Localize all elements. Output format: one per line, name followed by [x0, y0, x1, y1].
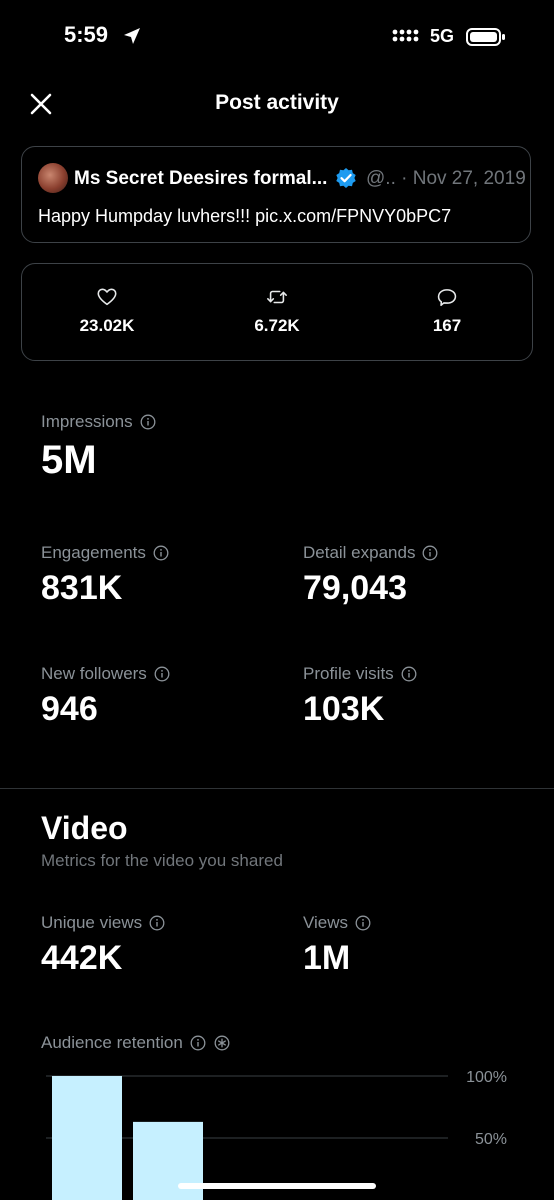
y-tick-label: 50% — [475, 1131, 507, 1148]
reply-icon — [437, 289, 457, 307]
likes-stat: 23.02K — [37, 286, 177, 336]
info-icon[interactable] — [154, 666, 170, 682]
audience-retention-label: Audience retention — [41, 1033, 183, 1052]
post-card[interactable]: Ms Secret Deesires formal... @.. · Nov 2… — [21, 146, 531, 243]
audience-retention-chart: 100% 50% — [46, 1069, 507, 1200]
location-arrow-icon — [124, 28, 140, 44]
info-icon[interactable] — [149, 915, 165, 931]
unique-views-metric: Unique views 442K — [41, 913, 165, 978]
detail-expands-metric: Detail expands 79,043 — [303, 543, 438, 608]
detail-expands-label: Detail expands — [303, 543, 416, 562]
profile-visits-label: Profile visits — [303, 664, 394, 683]
status-time: 5:59 — [64, 22, 109, 47]
info-icon[interactable] — [153, 545, 169, 561]
impressions-value: 5M — [41, 438, 97, 482]
video-section-subtitle: Metrics for the video you shared — [41, 851, 283, 870]
engagements-metric: Engagements 831K — [41, 543, 169, 608]
views-label: Views — [303, 913, 349, 932]
network-type: 5G — [430, 26, 455, 46]
info-icon[interactable] — [401, 666, 417, 682]
section-divider — [0, 788, 554, 789]
new-followers-value: 946 — [41, 690, 98, 728]
verified-badge-icon — [336, 168, 356, 188]
avatar[interactable] — [38, 163, 68, 193]
views-value: 1M — [303, 939, 351, 977]
info-icon[interactable] — [355, 915, 371, 931]
new-followers-metric: New followers 946 — [41, 664, 170, 729]
post-text: Happy Humpday luvhers!!! pic.x.com/FPNVY… — [38, 206, 452, 226]
main-content: Ms Secret Deesires formal... @.. · Nov 2… — [0, 133, 554, 1200]
replies-count: 167 — [432, 316, 462, 335]
reposts-stat: 6.72K — [207, 286, 347, 336]
y-tick-label: 100% — [466, 1069, 507, 1086]
reposts-count: 6.72K — [254, 316, 300, 335]
profile-visits-metric: Profile visits 103K — [303, 664, 417, 729]
audience-retention-heading: Audience retention — [41, 1033, 230, 1053]
engagements-value: 831K — [41, 569, 123, 607]
status-bar: 5:59 5G — [0, 0, 554, 75]
video-section-title: Video — [41, 810, 128, 846]
info-icon[interactable] — [422, 545, 438, 561]
detail-expands-value: 79,043 — [303, 569, 407, 607]
signal-icon — [392, 29, 419, 42]
unique-views-label: Unique views — [41, 913, 143, 932]
profile-visits-value: 103K — [303, 690, 385, 728]
impressions-label: Impressions — [41, 412, 133, 431]
retention-bar — [52, 1076, 122, 1200]
top-bar: Post activity — [0, 75, 554, 133]
page-title: Post activity — [215, 91, 339, 114]
asterisk-icon[interactable] — [214, 1035, 230, 1051]
info-icon[interactable] — [190, 1035, 206, 1051]
handle-date: @.. · Nov 27, 2019 — [366, 168, 526, 189]
engagement-stats-card: 23.02K 6.72K 167 — [21, 263, 533, 361]
replies-stat: 167 — [377, 286, 517, 336]
heart-icon — [97, 288, 117, 306]
views-metric: Views 1M — [303, 913, 371, 978]
new-followers-label: New followers — [41, 664, 147, 683]
repost-icon — [267, 290, 287, 304]
unique-views-value: 442K — [41, 939, 123, 977]
engagements-label: Engagements — [41, 543, 146, 562]
home-indicator[interactable] — [178, 1183, 376, 1189]
info-icon[interactable] — [140, 414, 156, 430]
author-name: Ms Secret Deesires formal... — [74, 168, 328, 189]
impressions-metric: Impressions 5M — [41, 412, 156, 483]
likes-count: 23.02K — [79, 316, 135, 335]
battery-icon — [466, 28, 505, 46]
